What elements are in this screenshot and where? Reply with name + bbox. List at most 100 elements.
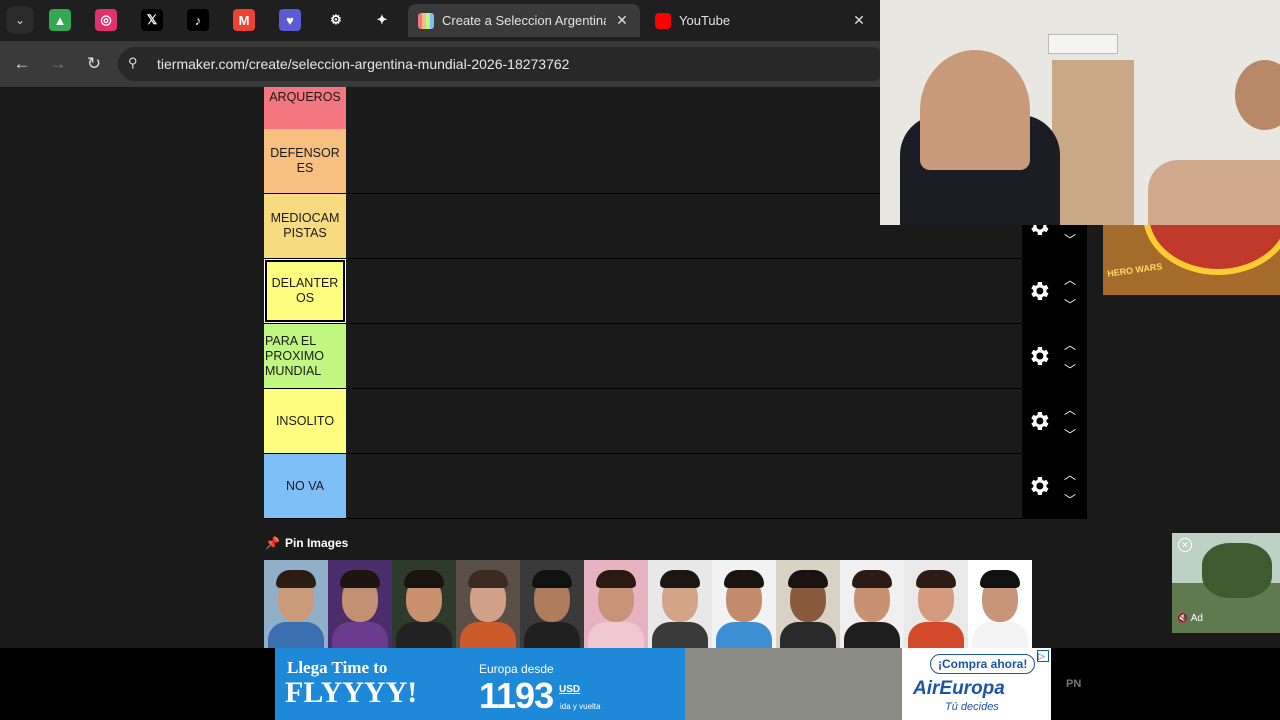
player-hair xyxy=(276,570,316,588)
tier-label[interactable]: INSOLITO xyxy=(264,389,346,453)
chevron-down-icon[interactable]: ﹀ xyxy=(1060,296,1080,312)
player-image[interactable] xyxy=(520,560,584,648)
tier-label[interactable]: DEFENSOR ES xyxy=(264,129,346,193)
chevron-up-icon[interactable]: ︿ xyxy=(1060,271,1080,287)
banner-price: 1193 xyxy=(479,675,554,716)
browser-toolbar: ← → ↻ ⚲ tiermaker.com/create/seleccion-a… xyxy=(0,41,888,87)
chevron-down-icon[interactable]: ﹀ xyxy=(1060,426,1080,442)
player-hair xyxy=(724,570,764,588)
player-hair xyxy=(788,570,828,588)
gear-icon[interactable] xyxy=(1027,279,1051,303)
tier-row: INSOLITO ︿ ﹀ xyxy=(264,389,1087,454)
youtube-icon xyxy=(655,12,671,29)
player-image[interactable] xyxy=(776,560,840,648)
pin-images-label: Pin Images xyxy=(284,536,349,550)
video-ad[interactable]: ✕ 🔇 Ad xyxy=(1172,533,1280,633)
player-image[interactable] xyxy=(712,560,776,648)
player-hair xyxy=(404,570,444,588)
player-image[interactable] xyxy=(392,560,456,648)
player-shirt xyxy=(268,622,324,648)
back-button[interactable]: ← xyxy=(9,51,35,77)
close-icon[interactable]: ✕ xyxy=(1178,538,1192,552)
player-shirt xyxy=(460,622,516,648)
tiktok-icon[interactable]: ♪ xyxy=(187,9,209,31)
image-pool xyxy=(264,560,1032,648)
reload-button[interactable]: ↻ xyxy=(81,51,107,77)
tier-controls: ︿﹀ xyxy=(1022,389,1087,453)
player-image[interactable] xyxy=(648,560,712,648)
player-hair xyxy=(532,570,572,588)
player-image[interactable] xyxy=(264,560,328,648)
tier-drop-zone[interactable] xyxy=(346,259,1022,323)
google-drive-icon[interactable]: ▲ xyxy=(49,9,71,31)
tier-label[interactable]: NO VA xyxy=(264,454,346,518)
player-image[interactable] xyxy=(968,560,1032,648)
player-image[interactable] xyxy=(840,560,904,648)
gemini-icon[interactable]: ✦ xyxy=(371,9,393,31)
chevron-up-icon[interactable]: ︿ xyxy=(1060,336,1080,352)
tier-drop-zone[interactable] xyxy=(346,454,1022,518)
banner-headline: FLYYYY! xyxy=(285,676,418,709)
shield-heart-icon[interactable]: ♥ xyxy=(279,9,301,31)
close-tab-icon[interactable]: ✕ xyxy=(614,12,630,29)
chatgpt-icon[interactable]: ⚙ xyxy=(325,9,347,31)
gmail-icon[interactable]: M xyxy=(233,9,255,31)
site-info-icon[interactable]: ⚲ xyxy=(128,55,138,71)
tier-drop-zone[interactable] xyxy=(346,389,1022,453)
chevron-down-icon[interactable]: ﹀ xyxy=(1060,491,1080,507)
tier-controls: ︿﹀ xyxy=(1022,259,1087,323)
hero-wars-logo: HERO WARS xyxy=(1106,261,1163,279)
tier-controls: ︿﹀ xyxy=(1022,324,1087,388)
close-tab-icon[interactable]: ✕ xyxy=(851,12,867,29)
tier-label[interactable]: DELANTER OS xyxy=(264,259,346,323)
player-shirt xyxy=(716,622,772,648)
tab-active[interactable]: Create a Seleccion Argentina M ✕ xyxy=(408,4,640,37)
player-image[interactable] xyxy=(328,560,392,648)
player-image[interactable] xyxy=(904,560,968,648)
forward-button[interactable]: → xyxy=(45,51,71,77)
address-bar[interactable]: ⚲ tiermaker.com/create/seleccion-argenti… xyxy=(118,47,888,81)
volume-icon[interactable]: 🔇 xyxy=(1176,613,1188,624)
tier-label[interactable]: ARQUEROS xyxy=(264,87,346,129)
player-shirt xyxy=(908,622,964,648)
banner-headline-small: Llega Time to xyxy=(287,658,388,677)
player-shirt xyxy=(332,622,388,648)
tab-search-button[interactable]: ⌄ xyxy=(6,6,34,34)
chevron-down-icon[interactable]: ﹀ xyxy=(1060,231,1080,247)
gear-icon[interactable] xyxy=(1027,344,1051,368)
chevron-up-icon[interactable]: ︿ xyxy=(1060,466,1080,482)
tier-label[interactable]: MEDIOCAM PISTAS xyxy=(264,194,346,258)
banner-tagline: Tú decides xyxy=(945,701,999,713)
player-hair xyxy=(596,570,636,588)
chevron-down-icon[interactable]: ﹀ xyxy=(1060,361,1080,377)
pin-images-header[interactable]: 📌 Pin Images xyxy=(265,536,348,550)
video-tree xyxy=(1202,543,1272,598)
player-shirt xyxy=(396,622,452,648)
gear-icon[interactable] xyxy=(1027,409,1051,433)
bottom-ad-area: Llega Time to FLYYYY! Europa desde 1193 … xyxy=(0,648,1280,720)
video-controls[interactable]: 🔇 Ad xyxy=(1176,613,1203,624)
player-image[interactable] xyxy=(456,560,520,648)
player-shirt xyxy=(780,622,836,648)
ad-info-icon[interactable]: ▷ xyxy=(1037,650,1049,662)
player-shirt xyxy=(524,622,580,648)
tier-label[interactable]: PARA EL PROXIMO MUNDIAL xyxy=(264,324,346,388)
webcam-person-2-arm xyxy=(1148,160,1280,225)
buy-now-button[interactable]: ¡Compra ahora! xyxy=(930,654,1036,674)
aireuropa-logo: AirEuropa xyxy=(913,678,1005,699)
arrow-left-icon: ← xyxy=(13,54,31,73)
player-image[interactable] xyxy=(584,560,648,648)
tab-title: Create a Seleccion Argentina M xyxy=(442,13,606,28)
tab-youtube[interactable]: YouTube ✕ xyxy=(645,4,877,37)
hero-wars-ad[interactable]: HERO WARS xyxy=(1103,225,1280,295)
chevron-up-icon[interactable]: ︿ xyxy=(1060,401,1080,417)
player-hair xyxy=(980,570,1020,588)
pin-icon: 📌 xyxy=(265,536,280,550)
instagram-icon[interactable]: ◎ xyxy=(95,9,117,31)
gear-icon[interactable] xyxy=(1027,474,1051,498)
x-icon[interactable]: 𝕏 xyxy=(141,9,163,31)
aireuropa-banner[interactable]: Llega Time to FLYYYY! Europa desde 1193 … xyxy=(275,648,1051,720)
tab-strip: ⌄ ▲ ◎ 𝕏 ♪ M ♥ ⚙ ✦ Create a Seleccion Argentina … xyxy=(0,0,880,41)
arrow-right-icon: → xyxy=(49,54,67,73)
tier-drop-zone[interactable] xyxy=(346,324,1022,388)
